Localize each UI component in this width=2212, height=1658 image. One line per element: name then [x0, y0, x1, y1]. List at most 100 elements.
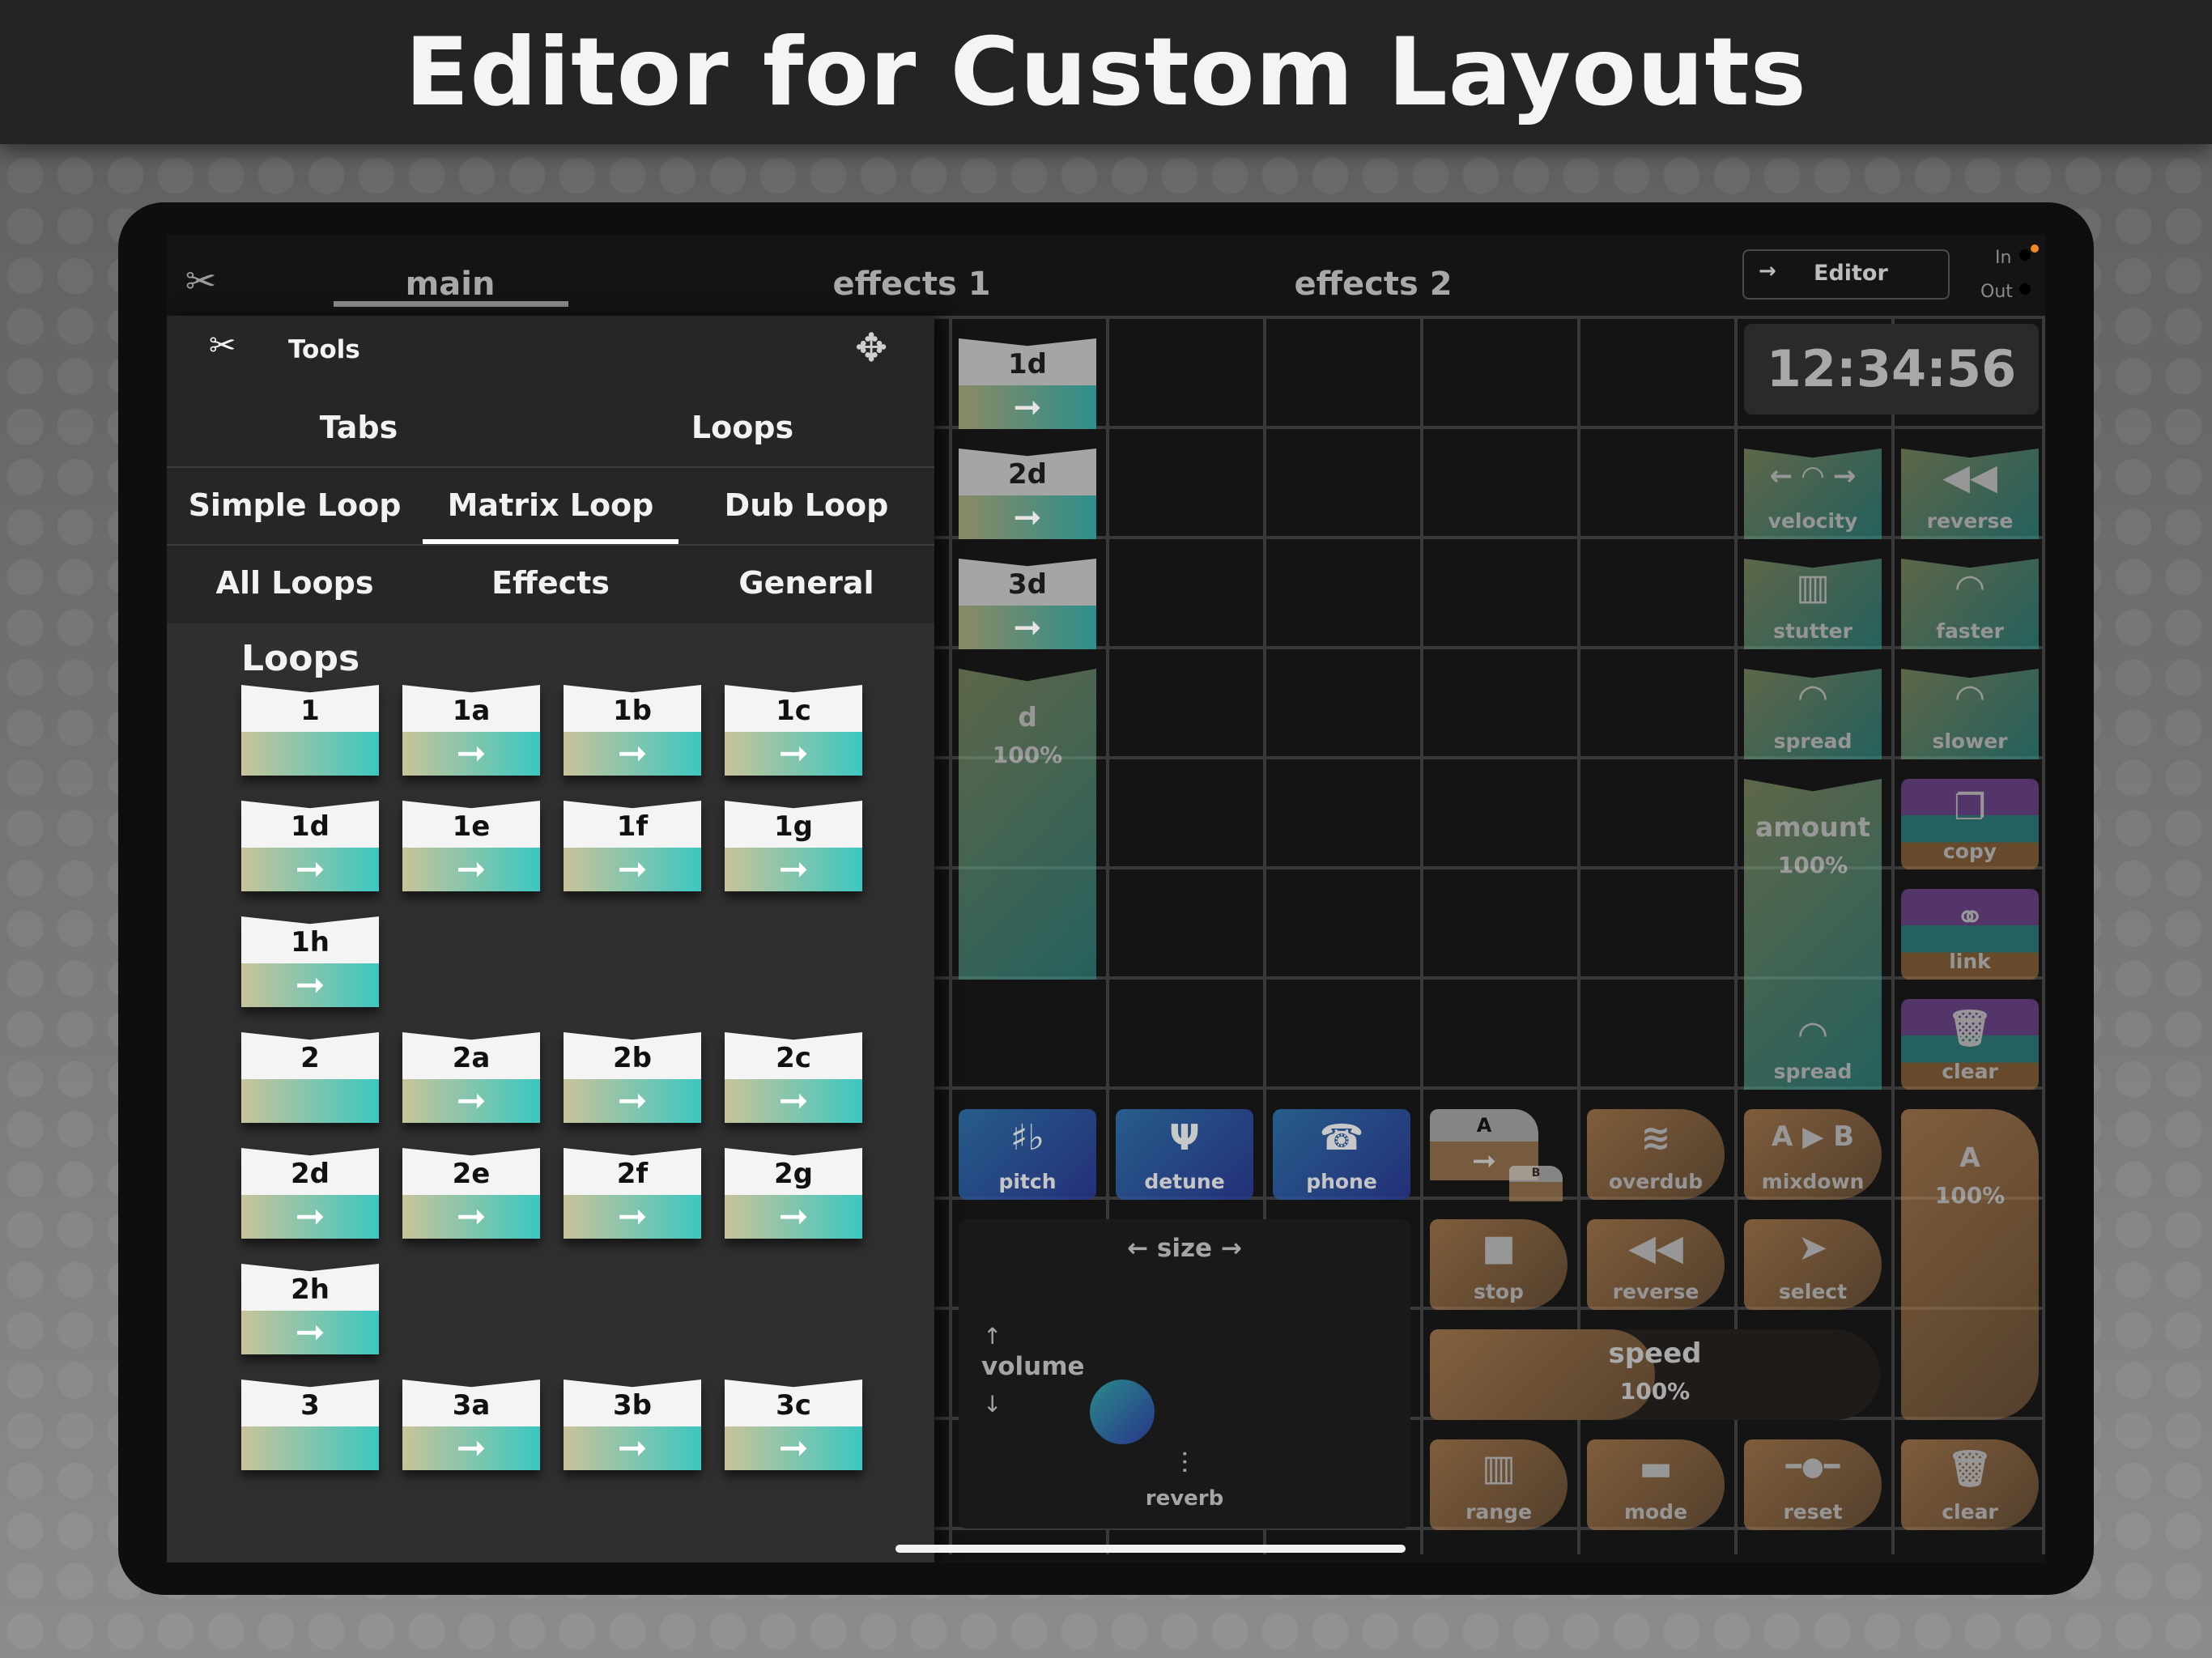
stutter-button[interactable]: ▥ stutter	[1744, 559, 1882, 649]
loop-tile[interactable]: 1b ➞	[564, 685, 701, 776]
button-label: clear	[1942, 1500, 1998, 1524]
tab-all-loops[interactable]: All Loops	[167, 565, 423, 601]
arrow-right-icon: ➞	[617, 1080, 648, 1121]
tools-panel: ✂ Tools ✥ Tabs Loops Simple Loop Matrix …	[167, 316, 934, 1562]
loop-tile[interactable]: 3a ➞	[402, 1380, 540, 1470]
tab-simple-loop[interactable]: Simple Loop	[167, 487, 423, 523]
link-button[interactable]: ⚭ link	[1901, 889, 2039, 980]
panel-row-3: All Loops Effects General	[167, 546, 934, 623]
clear-button[interactable]: 🗑 clear	[1901, 999, 2039, 1090]
arrow-right-icon: ➞	[295, 1196, 325, 1237]
midi-out-label: Out	[1980, 282, 2013, 302]
tuning-fork-icon: Ψ	[1169, 1117, 1200, 1158]
loop-tile[interactable]: 3c ➞	[725, 1380, 862, 1470]
loop-tile[interactable]: 2h ➞	[241, 1264, 379, 1354]
pitch-button[interactable]: ♯♭ pitch	[959, 1109, 1096, 1200]
spread-button[interactable]: ◠ spread	[1744, 669, 1882, 759]
loop-tile-label: 2g	[774, 1158, 813, 1190]
loop-tile-label: 2f	[616, 1158, 649, 1190]
tab-loops[interactable]: Loops	[551, 410, 934, 445]
loop-label: 1d	[1008, 348, 1047, 380]
tab-main[interactable]: main	[288, 266, 612, 303]
reset-button[interactable]: ━●━ reset	[1744, 1439, 1882, 1530]
velocity-icon: ← ◠ →	[1769, 460, 1857, 492]
arrow-right-icon: ➞	[456, 1196, 487, 1237]
loop-tile[interactable]: 3b ➞	[564, 1380, 701, 1470]
tab-general[interactable]: General	[678, 565, 934, 601]
loop-a-fader[interactable]: A 100%	[1901, 1109, 2039, 1420]
loop-tile[interactable]: 1e ➞	[402, 801, 540, 891]
stop-button[interactable]: ■ stop	[1430, 1219, 1568, 1310]
loop-tile[interactable]: 2g ➞	[725, 1148, 862, 1239]
loop-tile[interactable]: 3	[241, 1380, 379, 1470]
tab-effects-2[interactable]: effects 2	[1211, 266, 1535, 303]
home-indicator[interactable]	[895, 1545, 1406, 1553]
slower-button[interactable]: ◠ slower	[1901, 669, 2039, 759]
arrow-right-icon: ➞	[456, 733, 487, 774]
detune-button[interactable]: Ψ detune	[1116, 1109, 1253, 1200]
mode-button[interactable]: ▬ mode	[1587, 1439, 1725, 1530]
arrow-right-icon: ➞	[295, 964, 325, 1005]
loop-tile[interactable]: 2d ➞	[241, 1148, 379, 1239]
loop-tile-label: 2b	[613, 1042, 652, 1074]
xy-puck[interactable]	[1090, 1380, 1155, 1444]
mixdown-button[interactable]: A ▶ B mixdown	[1744, 1109, 1882, 1200]
velocity-button[interactable]: ← ◠ → velocity	[1744, 449, 1882, 539]
phone-button[interactable]: ☎ phone	[1273, 1109, 1410, 1200]
loop-tile[interactable]: 1c ➞	[725, 685, 862, 776]
loop-tile-label: 1b	[613, 695, 652, 727]
copy-button[interactable]: ❐ copy	[1901, 779, 2039, 869]
reverse-button-2[interactable]: ◀◀ reverse	[1587, 1219, 1725, 1310]
overdub-button[interactable]: ≋ overdub	[1587, 1109, 1725, 1200]
xy-pad[interactable]: ← size → ↑ volume ↓ ⫶ reverb	[959, 1219, 1410, 1528]
loop-tile[interactable]: 2c ➞	[725, 1032, 862, 1123]
loop-tile[interactable]: 1f ➞	[564, 801, 701, 891]
loop-tile-label: 2a	[452, 1042, 491, 1074]
fader-sub-label: spread	[1773, 1060, 1853, 1083]
loop-tile[interactable]: 2a ➞	[402, 1032, 540, 1123]
ab-b-label: B	[1531, 1167, 1541, 1180]
tab-main-underline	[334, 301, 568, 307]
panel-row-2: Simple Loop Matrix Loop Dub Loop	[167, 468, 934, 544]
tab-dub-loop[interactable]: Dub Loop	[678, 487, 934, 523]
volume-fader-d[interactable]: d 100%	[959, 669, 1096, 980]
move-icon[interactable]: ✥	[855, 325, 887, 371]
loop-tile[interactable]: 1g ➞	[725, 801, 862, 891]
select-button[interactable]: ➤ select	[1744, 1219, 1882, 1310]
banner: Editor for Custom Layouts	[0, 0, 2212, 144]
amount-fader[interactable]: amount 100% ◠ spread	[1744, 779, 1882, 1090]
ab-a-label: A	[1476, 1114, 1492, 1137]
spread-icon: ◠	[1799, 1014, 1827, 1055]
button-label: mixdown	[1761, 1170, 1865, 1193]
button-label: faster	[1936, 619, 2004, 643]
loop-tile[interactable]: 1h ➞	[241, 916, 379, 1007]
faster-button[interactable]: ◠ faster	[1901, 559, 2039, 649]
loop-tile[interactable]: 2e ➞	[402, 1148, 540, 1239]
midi-in-label: In	[1995, 248, 2012, 268]
loop-tile[interactable]: 1	[241, 685, 379, 776]
ab-b-cell[interactable]: B	[1509, 1166, 1563, 1201]
tab-effects[interactable]: Effects	[423, 565, 678, 601]
button-label: velocity	[1767, 509, 1858, 533]
clear-button-2[interactable]: 🗑 clear	[1901, 1439, 2039, 1530]
range-button[interactable]: ▥ range	[1430, 1439, 1568, 1530]
loop-tile[interactable]: 1d ➞	[241, 801, 379, 891]
grid-loop-2d[interactable]: 2d ➞	[959, 449, 1096, 539]
grid-line	[1891, 316, 1895, 1554]
reverse-button[interactable]: ◀◀ reverse	[1901, 449, 2039, 539]
speed-fader[interactable]: speed 100%	[1430, 1329, 1880, 1420]
grid-loop-3d[interactable]: 3d ➞	[959, 559, 1096, 649]
button-label: mode	[1623, 1500, 1688, 1524]
loop-tile[interactable]: 2b ➞	[564, 1032, 701, 1123]
grid-loop-1d[interactable]: 1d ➞	[959, 338, 1096, 429]
loop-tile-label: 2	[300, 1042, 320, 1074]
tab-matrix-loop[interactable]: Matrix Loop	[423, 487, 678, 523]
loop-tile[interactable]: 2	[241, 1032, 379, 1123]
tools-icon[interactable]: ✂	[178, 259, 223, 304]
tab-effects-1[interactable]: effects 1	[750, 266, 1074, 303]
tab-tabs[interactable]: Tabs	[167, 410, 551, 445]
loop-tile-label: 1	[300, 695, 320, 727]
loop-tile[interactable]: 2f ➞	[564, 1148, 701, 1239]
editor-button[interactable]: → Editor	[1742, 249, 1950, 300]
loop-tile[interactable]: 1a ➞	[402, 685, 540, 776]
